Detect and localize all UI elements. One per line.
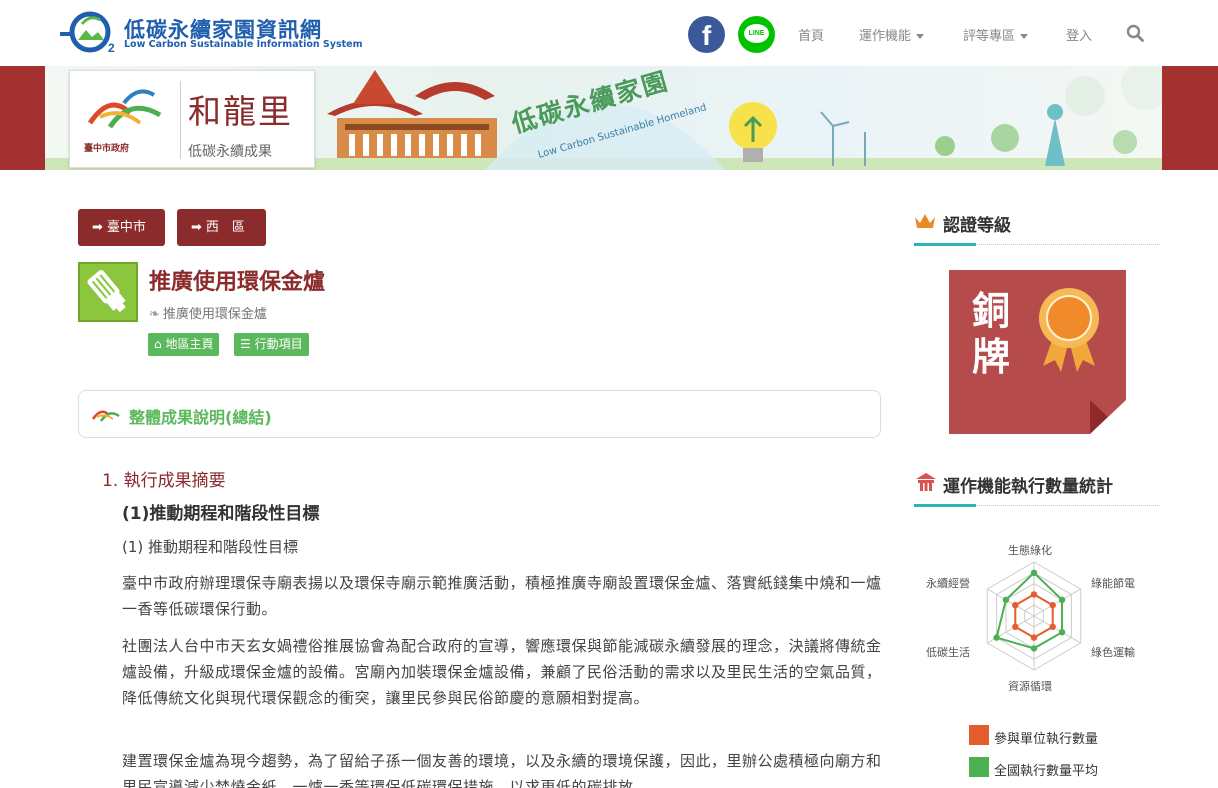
svg-text:2: 2 <box>108 41 115 55</box>
content-paragraph: 建置環保金爐為現今趨勢，為了留給子孫一個友善的環境，以及永續的環境保護，因此，里… <box>122 752 882 788</box>
site-logo[interactable]: 2 低碳永續家園資訊網 Low Carbon Sustainable Infor… <box>56 10 363 56</box>
logo-subtitle: Low Carbon Sustainable Information Syste… <box>124 39 363 50</box>
radar-point <box>1058 629 1066 636</box>
breadcrumb-city-button[interactable]: ➡ 臺中市 <box>78 209 165 246</box>
home-icon: ⌂ <box>154 337 162 351</box>
line-icon-label: LINE <box>744 24 769 43</box>
radar-axis-label: 生態綠化 <box>1008 544 1052 557</box>
radar-spoke <box>1033 615 1082 644</box>
logo-emblem-icon: 2 <box>60 11 115 55</box>
radar-point <box>1030 569 1038 576</box>
radar-point <box>1030 591 1038 598</box>
content-paragraph: 社團法人台中市天玄女媧禮俗推展協會為配合政府的宣導，響應環保與節能減碳永續發展的… <box>122 637 882 707</box>
village-namecard: 臺中市政府 和龍里 低碳永續成果 <box>69 70 315 168</box>
breadcrumb-city-label: 臺中市 <box>106 220 146 235</box>
summary-label: 整體成果說明(總結) <box>129 408 272 427</box>
arrow-right-icon: ➡ <box>92 220 103 235</box>
radar-chart <box>986 561 1082 671</box>
cert-heading-label: 認證等級 <box>943 216 1011 236</box>
tag-action-items[interactable]: ☰ 行動項目 <box>234 333 309 356</box>
tag-district-home[interactable]: ⌂ 地區主頁 <box>148 333 220 356</box>
breadcrumb-district-button[interactable]: ➡ 西 區 <box>177 209 266 246</box>
radar-axis-label: 綠色運輸 <box>1091 646 1135 659</box>
corner-fold-back <box>1090 400 1126 434</box>
taichung-logo-icon <box>91 410 120 422</box>
radar-point <box>1058 596 1066 603</box>
radar-point <box>1030 645 1038 652</box>
nav-functions-dropdown[interactable]: 運作機能 <box>859 25 925 44</box>
list-icon: ☰ <box>240 337 251 351</box>
cert-level-text: 銅牌 <box>971 288 1010 379</box>
village-subtitle: 低碳永續成果 <box>188 144 272 160</box>
summary-panel[interactable]: 整體成果說明(總結) <box>78 390 881 438</box>
medal-icon <box>1039 288 1099 372</box>
legend-swatch <box>969 725 989 745</box>
nav-home[interactable]: 首頁 <box>798 25 824 44</box>
namecard-divider <box>180 81 181 159</box>
gov-name: 臺中市政府 <box>84 144 130 154</box>
tag-district-home-label: 地區主頁 <box>165 337 214 351</box>
top-navbar: 2 低碳永續家園資訊網 Low Carbon Sustainable Infor… <box>0 0 1218 66</box>
radar-spoke <box>986 588 1035 617</box>
radar-point <box>1030 634 1038 641</box>
village-name: 和龍里 <box>188 92 293 131</box>
page-subtitle: ❧ 推廣使用環保金爐 <box>149 303 267 322</box>
arrow-right-icon: ➡ <box>191 220 202 235</box>
stats-heading: 運作機能執行數量統計 <box>914 466 1160 507</box>
content-paragraph: 臺中市政府辦理環保寺廟表揚以及環保寺廟示範推廣活動，積極推廣寺廟設置環保金爐、落… <box>122 574 882 618</box>
radar-point <box>1012 602 1019 609</box>
banner: 低碳永續家園 Low Carbon Sustainable Homeland 臺… <box>0 66 1218 170</box>
radar-point <box>1002 596 1010 603</box>
nav-rating-label: 評等專區 <box>963 29 1016 44</box>
radar-spoke <box>1033 588 1082 617</box>
nav-rating-dropdown[interactable]: 評等專區 <box>963 25 1029 44</box>
temple-icon <box>916 473 936 491</box>
line-icon[interactable]: LINE <box>738 16 775 53</box>
breadcrumb-district-label: 西 區 <box>205 220 245 235</box>
radar-point <box>993 634 1000 641</box>
facebook-icon[interactable]: f <box>688 16 725 53</box>
chevron-down-icon <box>1020 34 1029 39</box>
heading-underline <box>914 243 976 246</box>
radar-point <box>1049 623 1056 630</box>
crown-icon <box>915 214 935 228</box>
radar-axis-label: 綠能節電 <box>1091 577 1135 590</box>
cert-heading: 認證等級 <box>914 205 1160 246</box>
nav-functions-label: 運作機能 <box>859 29 912 44</box>
legend-label: 參與單位執行數量 <box>994 732 1099 747</box>
heading-underline <box>914 504 976 507</box>
section-title: 1. 執行成果摘要 <box>102 471 226 491</box>
radar-axis-label: 低碳生活 <box>926 646 970 659</box>
radar-axis-label: 資源循環 <box>1008 680 1052 693</box>
tag-action-items-label: 行動項目 <box>254 337 303 351</box>
page-title: 推廣使用環保金爐 <box>149 270 326 295</box>
leaf-icon: ❧ <box>149 307 160 322</box>
cert-level-card: 銅牌 <box>949 270 1126 434</box>
radar-axis-label: 永續經營 <box>926 577 970 590</box>
section-subtitle: (1)推動期程和階段性目標 <box>122 504 320 524</box>
radar-point <box>1012 623 1019 630</box>
section-subtitle-secondary: (1) 推動期程和階段性目標 <box>122 538 299 556</box>
radar-point <box>1049 602 1056 609</box>
legend-label: 全國執行數量平均 <box>994 764 1099 779</box>
action-bulb-icon <box>78 262 138 322</box>
search-icon[interactable] <box>1126 24 1144 42</box>
taichung-logo-icon <box>87 89 162 129</box>
chevron-down-icon <box>916 34 925 39</box>
stats-heading-label: 運作機能執行數量統計 <box>943 477 1113 497</box>
legend-swatch <box>969 757 989 777</box>
nav-login[interactable]: 登入 <box>1066 25 1092 44</box>
banner-illustration: 低碳永續家園 Low Carbon Sustainable Homeland 臺… <box>45 66 1162 170</box>
page-subtitle-text: 推廣使用環保金爐 <box>162 307 267 322</box>
